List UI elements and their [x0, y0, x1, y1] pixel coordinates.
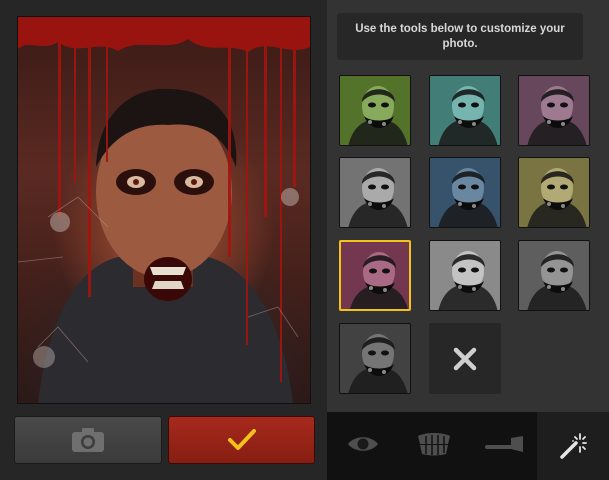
axe-tool-button[interactable]	[482, 426, 526, 462]
tool-bar	[327, 412, 537, 480]
filter-preview	[340, 324, 410, 393]
filter-preview	[430, 241, 500, 310]
magic-wand-button[interactable]	[537, 412, 609, 480]
eye-icon	[348, 437, 378, 451]
camera-button[interactable]	[14, 416, 162, 464]
filter-preview	[340, 76, 410, 145]
action-bar	[0, 412, 327, 480]
filter-thumbnail-7[interactable]	[339, 240, 411, 311]
filter-thumbnail-5[interactable]	[429, 157, 501, 228]
filter-thumbnail-4[interactable]	[339, 157, 411, 228]
filter-thumbnail-8[interactable]	[429, 240, 501, 311]
axe-icon	[485, 436, 523, 452]
remove-filter-button[interactable]	[429, 323, 501, 394]
filter-preview	[519, 158, 589, 227]
photo-pane	[0, 0, 327, 480]
teeth-icon	[418, 433, 450, 456]
filter-thumbnail-3[interactable]	[518, 75, 590, 146]
filter-thumbnail-1[interactable]	[339, 75, 411, 146]
camera-icon	[72, 428, 104, 452]
filter-thumbnail-6[interactable]	[518, 157, 590, 228]
x-icon	[453, 347, 477, 370]
filter-panel: Use the tools below to customize your ph…	[327, 0, 609, 412]
filter-preview	[430, 76, 500, 145]
filter-preview	[519, 241, 589, 310]
photo-artwork	[18, 17, 310, 403]
checkmark-icon	[227, 429, 256, 450]
teeth-tool-button[interactable]	[414, 426, 454, 462]
filter-preview	[340, 158, 410, 227]
zombie-photo	[17, 16, 311, 404]
filter-thumbnail-10[interactable]	[339, 323, 411, 394]
instruction-text: Use the tools below to customize your ph…	[337, 13, 583, 60]
filter-preview	[519, 76, 589, 145]
filter-preview	[341, 242, 409, 309]
filter-thumbnail-9[interactable]	[518, 240, 590, 311]
filter-thumbnail-2[interactable]	[429, 75, 501, 146]
filter-preview	[430, 158, 500, 227]
confirm-button[interactable]	[168, 416, 315, 464]
eye-tool-button[interactable]	[345, 426, 381, 462]
magic-wand-icon	[560, 433, 587, 459]
